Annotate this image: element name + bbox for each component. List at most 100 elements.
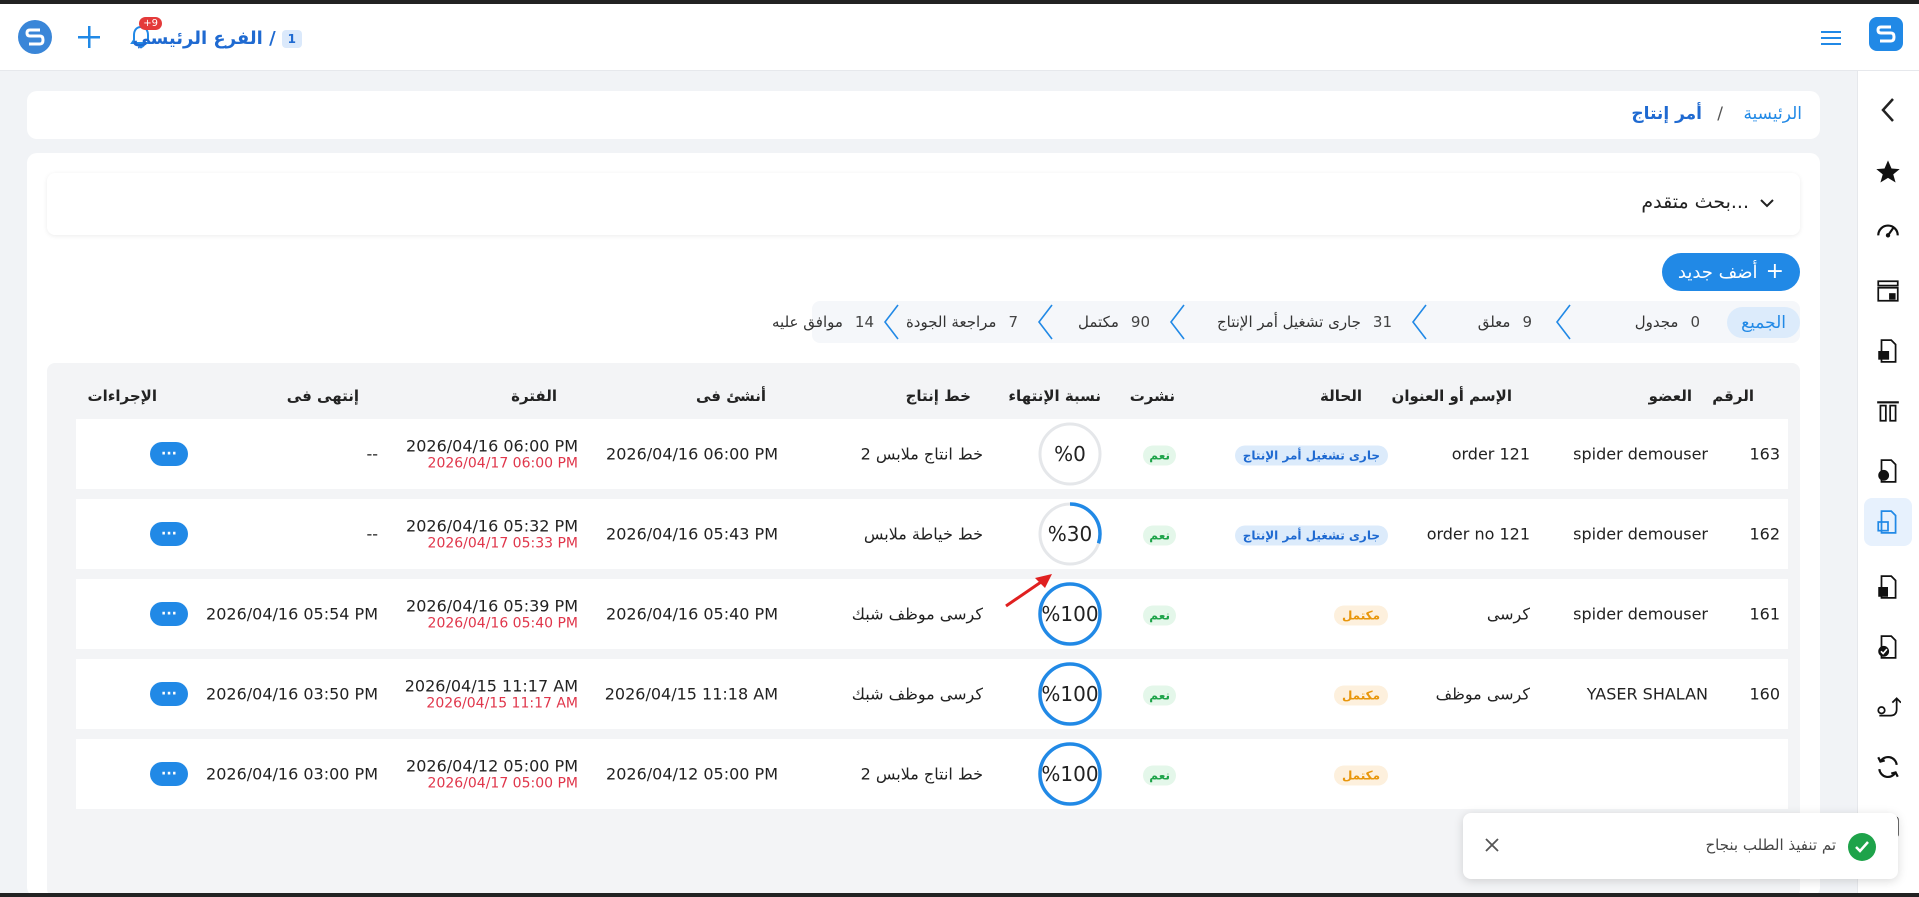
period-start: 2026/04/16 05:32 PM bbox=[406, 516, 578, 536]
dashboard-icon[interactable] bbox=[1871, 214, 1905, 248]
tab-count: 7 bbox=[1008, 313, 1018, 331]
period-end: 2026/04/17 05:00 PM bbox=[427, 775, 578, 792]
breadcrumb-home-link[interactable]: الرئيسية bbox=[1743, 104, 1802, 124]
completion-label: %100 bbox=[1041, 762, 1099, 786]
period-start: 2026/04/16 05:39 PM bbox=[406, 596, 578, 616]
table-row[interactable]: 162 spider demouser order no 121 جارى تشغيل… bbox=[76, 499, 1788, 569]
package-icon[interactable] bbox=[1871, 570, 1905, 604]
advanced-search-panel[interactable]: بحث متقدم... bbox=[47, 173, 1800, 235]
success-toast: تم تنفيذ الطلب بنجاح bbox=[1463, 813, 1898, 879]
cell-status: مكتمل bbox=[1333, 765, 1388, 786]
status-badge: مكتمل bbox=[1333, 765, 1388, 786]
header-period[interactable]: الفترة bbox=[511, 387, 557, 405]
cell-created: 2026/04/16 06:00 PM bbox=[606, 444, 778, 464]
refresh-icon[interactable] bbox=[1871, 750, 1905, 784]
cell-line: كرسى موظف شبك bbox=[851, 604, 983, 624]
cell-member: spider demouser bbox=[1573, 604, 1708, 624]
add-new-button[interactable]: أضف جديد + bbox=[1661, 253, 1800, 291]
tab-completed[interactable]: مكتمل 90 bbox=[1078, 301, 1150, 343]
cell-created: 2026/04/12 05:00 PM bbox=[606, 764, 778, 784]
header-number[interactable]: الرقم bbox=[1712, 387, 1754, 405]
tab-scheduled[interactable]: مجدول 0 bbox=[1635, 301, 1700, 343]
status-badge: جارى تشغيل أمر الإنتاج bbox=[1234, 445, 1388, 466]
tab-all[interactable]: الجميع bbox=[1727, 307, 1800, 338]
plus-icon[interactable] bbox=[72, 20, 106, 54]
header-status[interactable]: الحالة bbox=[1320, 387, 1362, 405]
table-row[interactable]: 161 spider demouser كرسى مكتمل نعم %100 كرسى م… bbox=[76, 579, 1788, 649]
row-actions-button[interactable]: ··· bbox=[150, 762, 188, 786]
tab-label: موافق عليه bbox=[772, 313, 843, 331]
header-published[interactable]: نشرت bbox=[1130, 387, 1175, 405]
right-sidebar bbox=[1857, 71, 1919, 897]
cell-member: YASER SHALAN bbox=[1586, 684, 1708, 704]
advanced-search-toggle[interactable]: بحث متقدم... bbox=[1641, 191, 1775, 213]
period-start: 2026/04/16 06:00 PM bbox=[406, 436, 578, 456]
row-actions-button[interactable]: ··· bbox=[150, 522, 188, 546]
completion-ring: %0 bbox=[1037, 421, 1103, 487]
chevron-left-icon[interactable] bbox=[1871, 93, 1905, 127]
cell-ended: -- bbox=[366, 444, 378, 464]
header-created[interactable]: أنشئ فى bbox=[696, 387, 766, 405]
completion-label: %30 bbox=[1047, 522, 1093, 546]
main-card: بحث متقدم... أضف جديد + الجميع مجدول 0 م… bbox=[27, 153, 1820, 897]
tab-count: 90 bbox=[1130, 313, 1150, 331]
store-icon[interactable] bbox=[1871, 274, 1905, 308]
file-active-icon[interactable] bbox=[1864, 498, 1912, 546]
header-name[interactable]: الإسم أو العنوان bbox=[1392, 387, 1512, 405]
app-logo-icon[interactable] bbox=[1869, 17, 1903, 51]
cell-member: spider demouser bbox=[1573, 524, 1708, 544]
star-icon[interactable] bbox=[1871, 155, 1905, 189]
check-circle-icon bbox=[1848, 833, 1876, 861]
cell-published: نعم bbox=[1143, 765, 1176, 786]
table-row[interactable]: مكتمل نعم %100 خط انتاج ملابس 2 2026/04/12 0… bbox=[76, 739, 1788, 809]
cell-name: order 121 bbox=[1451, 444, 1530, 464]
cell-status: جارى تشغيل أمر الإنتاج bbox=[1234, 525, 1388, 546]
transfer-icon[interactable] bbox=[1871, 690, 1905, 724]
branch-name: الفرع الرئيسي / bbox=[132, 28, 276, 49]
cell-period: 2026/04/12 05:00 PM 2026/04/17 05:00 PM bbox=[406, 757, 578, 792]
tab-count: 9 bbox=[1522, 313, 1532, 331]
cell-line: خط انتاج ملابس 2 bbox=[860, 764, 983, 784]
columns-icon[interactable] bbox=[1871, 394, 1905, 428]
window-bottom-border bbox=[0, 893, 1919, 897]
row-actions-button[interactable]: ··· bbox=[150, 602, 188, 626]
cell-number: 162 bbox=[1749, 524, 1780, 544]
table-row[interactable]: 160 YASER SHALAN كرسى موظف مكتمل نعم %100 كرسى… bbox=[76, 659, 1788, 729]
tab-pending[interactable]: معلق 9 bbox=[1478, 301, 1532, 343]
tab-separator-chevron bbox=[883, 304, 899, 340]
cell-name: كرسى bbox=[1486, 604, 1530, 624]
tab-label: مراجعة الجودة bbox=[905, 313, 997, 331]
tab-approved[interactable]: موافق عليه 14 bbox=[772, 301, 874, 343]
header-actions[interactable]: الإجراءات bbox=[88, 387, 157, 405]
row-actions-button[interactable]: ··· bbox=[150, 442, 188, 466]
file-check-icon[interactable] bbox=[1871, 630, 1905, 664]
tab-running[interactable]: جارى تشغيل أمر الإنتاج 31 bbox=[1217, 301, 1392, 343]
header-ended[interactable]: إنتهى فى bbox=[287, 387, 359, 405]
period-start: 2026/04/12 05:00 PM bbox=[406, 756, 578, 776]
header-completion[interactable]: نسبة الإنتهاء bbox=[1008, 387, 1101, 405]
cell-published: نعم bbox=[1143, 605, 1176, 626]
completion-ring: %100 bbox=[1037, 741, 1103, 807]
breadcrumb-current: أمر إنتاج bbox=[1631, 104, 1702, 124]
annotation-arrow-icon bbox=[1005, 574, 1052, 608]
app-logo-round-icon[interactable] bbox=[18, 20, 52, 54]
tab-separator-chevron bbox=[1169, 304, 1185, 340]
cell-number: 163 bbox=[1749, 444, 1780, 464]
row-actions-button[interactable]: ··· bbox=[150, 682, 188, 706]
header-line[interactable]: خط إنتاج bbox=[906, 387, 971, 405]
tab-quality-review[interactable]: مراجعة الجودة 7 bbox=[906, 301, 1018, 343]
branch-selector[interactable]: الفرع الرئيسي / 1 bbox=[132, 28, 302, 49]
document-case-icon[interactable] bbox=[1871, 334, 1905, 368]
period-end: 2026/04/15 11:17 AM bbox=[426, 695, 578, 712]
file-money-icon[interactable] bbox=[1871, 454, 1905, 488]
close-icon[interactable] bbox=[1477, 830, 1507, 860]
published-badge: نعم bbox=[1143, 525, 1176, 546]
published-badge: نعم bbox=[1143, 765, 1176, 786]
menu-icon[interactable] bbox=[1819, 26, 1843, 50]
cell-line: خط خياطة ملابس bbox=[863, 524, 983, 544]
cell-ended: 2026/04/16 03:00 PM bbox=[206, 764, 378, 784]
header-member[interactable]: العضو bbox=[1649, 387, 1692, 405]
cell-period: 2026/04/16 05:32 PM 2026/04/17 05:33 PM bbox=[406, 517, 578, 552]
table-row[interactable]: 163 spider demouser order 121 جارى تشغيل أم… bbox=[76, 419, 1788, 489]
cell-period: 2026/04/16 05:39 PM 2026/04/16 05:40 PM bbox=[406, 597, 578, 632]
